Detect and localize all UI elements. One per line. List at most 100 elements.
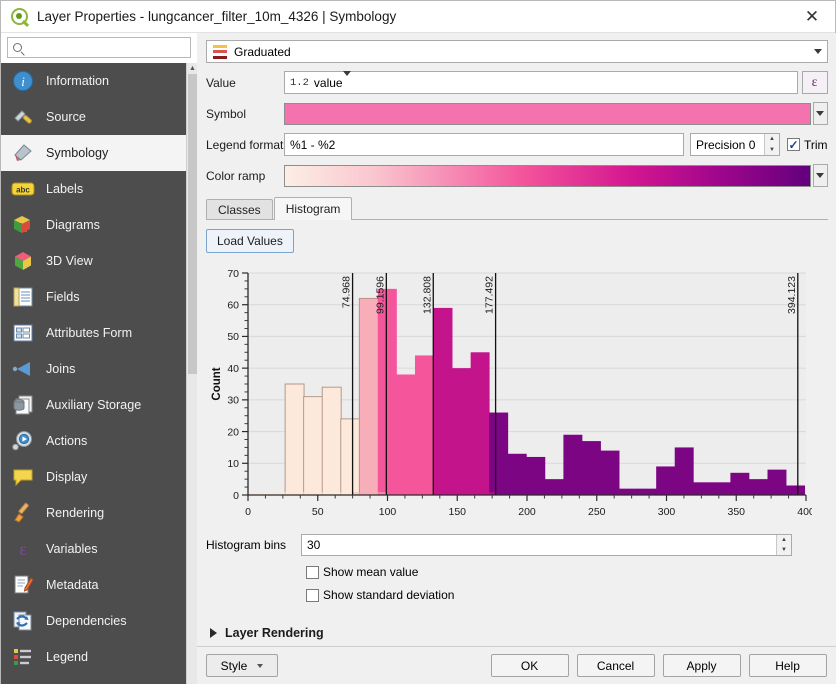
value-field-dropdown[interactable]: 1.2 value: [284, 70, 798, 94]
symbology-panel: Graduated Value 1.2 value ε Symbol Legen…: [197, 33, 836, 684]
color-ramp-label: Color ramp: [206, 168, 266, 183]
sidebar-item-source[interactable]: Source: [1, 99, 197, 135]
triangle-right-icon[interactable]: [210, 628, 217, 638]
load-values-button[interactable]: Load Values: [206, 229, 294, 253]
x-axis-tick-label: 300: [658, 506, 676, 518]
precision-stepper[interactable]: Precision 0 ▲ ▼: [690, 133, 780, 156]
sidebar-item-information[interactable]: i Information: [1, 63, 197, 99]
svg-text:i: i: [21, 74, 25, 89]
symbol-dropdown-icon[interactable]: [812, 102, 828, 125]
style-button[interactable]: Style: [206, 654, 278, 677]
sidebar-item-joins[interactable]: Joins: [1, 351, 197, 387]
show-stddev-row[interactable]: Show standard deviation: [306, 588, 828, 602]
color-ramp-row: Color ramp: [206, 164, 828, 187]
sidebar-item-actions[interactable]: Actions: [1, 423, 197, 459]
search-input[interactable]: [27, 40, 185, 55]
sidebar-item-attributes-form[interactable]: Attributes Form: [1, 315, 197, 351]
trim-checkbox[interactable]: [787, 138, 800, 151]
sidebar-item-label: Information: [46, 74, 109, 88]
x-axis-tick-label: 350: [727, 506, 745, 518]
sidebar-item-rendering[interactable]: Rendering: [1, 495, 197, 531]
y-axis-tick-label: 40: [227, 363, 239, 375]
spin-down-icon[interactable]: ▼: [765, 145, 779, 156]
rendering-brush-icon: [11, 501, 35, 525]
sidebar-item-display[interactable]: Display: [1, 459, 197, 495]
show-mean-row[interactable]: Show mean value: [306, 565, 828, 579]
y-axis-title: Count: [211, 367, 223, 400]
symbol-label: Symbol: [206, 106, 247, 121]
trim-checkbox-row[interactable]: Trim: [787, 138, 828, 152]
x-axis-tick-label: 100: [379, 506, 397, 518]
title-bar: Layer Properties - lungcancer_filter_10m…: [1, 1, 835, 33]
tab-classes[interactable]: Classes: [206, 199, 273, 219]
sidebar-item-label: Rendering: [46, 506, 105, 520]
sidebar-item-label: Source: [46, 110, 86, 124]
sidebar-item-metadata[interactable]: Metadata: [1, 567, 197, 603]
legend-format-row: Legend format %1 - %2 Precision 0 ▲ ▼ Tr…: [206, 133, 828, 156]
histogram-bins-value: 30: [307, 538, 321, 552]
color-ramp-dropdown-icon[interactable]: [812, 164, 828, 187]
sidebar-item-labels[interactable]: abc Labels: [1, 171, 197, 207]
layer-rendering-section[interactable]: Layer Rendering: [210, 626, 324, 640]
chevron-down-icon[interactable]: [342, 70, 351, 90]
histogram-tab-content: Load Values 74.968 99.1596 132.808 177.492 3…: [206, 220, 828, 684]
metadata-pencil-icon: [11, 573, 35, 597]
sidebar-item-label: Auxiliary Storage: [46, 398, 142, 412]
sidebar-item-dependencies[interactable]: Dependencies: [1, 603, 197, 639]
class-break-label: 99.1596: [374, 276, 386, 314]
tab-histogram[interactable]: Histogram: [273, 197, 353, 220]
search-container: [1, 33, 197, 63]
expression-button[interactable]: ε: [801, 71, 828, 94]
renderer-type-label: Graduated: [234, 44, 291, 59]
sidebar-item-legend[interactable]: Legend: [1, 639, 197, 675]
sidebar-item-variables[interactable]: ε Variables: [1, 531, 197, 567]
show-mean-checkbox[interactable]: [306, 565, 319, 579]
search-box[interactable]: [7, 37, 191, 58]
ok-button[interactable]: OK: [490, 654, 569, 677]
spin-up-icon[interactable]: ▲: [765, 134, 779, 145]
x-axis-tick-label: 200: [518, 506, 536, 518]
sidebar-item-auxiliary-storage[interactable]: Auxiliary Storage: [1, 387, 197, 423]
spin-up-icon[interactable]: ▲: [777, 535, 791, 545]
sidebar-item-label: Attributes Form: [46, 326, 133, 340]
show-stddev-checkbox[interactable]: [306, 588, 319, 602]
histogram-bins-input[interactable]: 30 ▲ ▼: [301, 534, 792, 556]
sidebar-scroll-thumb[interactable]: [188, 74, 197, 374]
histogram-bins-label: Histogram bins: [206, 538, 287, 552]
class-break-label: 394.123: [786, 276, 798, 314]
sidebar-item-symbology[interactable]: Symbology: [1, 135, 197, 171]
help-button[interactable]: Help: [748, 654, 827, 677]
trim-label: Trim: [804, 137, 828, 152]
legend-format-input[interactable]: %1 - %2: [284, 133, 684, 156]
symbol-preview-swatch[interactable]: [284, 102, 811, 125]
sidebar-item-label: Joins: [46, 362, 76, 376]
sidebar-item-fields[interactable]: Fields: [1, 279, 197, 315]
class-break-label: 74.968: [341, 276, 353, 308]
y-axis-tick-label: 0: [233, 490, 239, 502]
chevron-down-icon[interactable]: [257, 663, 264, 668]
apply-button[interactable]: Apply: [662, 654, 741, 677]
value-label: Value: [206, 75, 236, 90]
close-icon[interactable]: ✕: [795, 3, 829, 31]
sidebar-item-diagrams[interactable]: Diagrams: [1, 207, 197, 243]
sidebar-item-3d-view[interactable]: 3D View: [1, 243, 197, 279]
histogram-bins-row: Histogram bins 30 ▲ ▼: [206, 534, 828, 556]
precision-label: Precision 0: [696, 137, 756, 152]
sidebar-item-label: Variables: [46, 542, 98, 556]
renderer-type-dropdown[interactable]: Graduated: [206, 40, 828, 63]
color-ramp-preview[interactable]: [284, 164, 811, 187]
chevron-down-icon[interactable]: [810, 41, 827, 62]
sidebar-nav-list: i Information Source Symbology abc Labels Diag…: [1, 63, 197, 684]
sidebar-item-label: Legend: [46, 650, 89, 664]
auxiliary-storage-icon: [11, 393, 35, 417]
legend-icon: [11, 645, 35, 669]
bins-spin-buttons[interactable]: ▲ ▼: [776, 535, 791, 555]
sidebar-scrollbar[interactable]: ▲: [186, 63, 198, 684]
sidebar-item-label: Labels: [46, 182, 84, 196]
cancel-button[interactable]: Cancel: [576, 654, 655, 677]
window-title: Layer Properties - lungcancer_filter_10m…: [37, 9, 397, 24]
x-axis-tick-label: 150: [448, 506, 466, 518]
precision-spin-buttons[interactable]: ▲ ▼: [764, 134, 779, 155]
spin-down-icon[interactable]: ▼: [777, 545, 791, 555]
symbol-row: Symbol: [206, 102, 828, 125]
